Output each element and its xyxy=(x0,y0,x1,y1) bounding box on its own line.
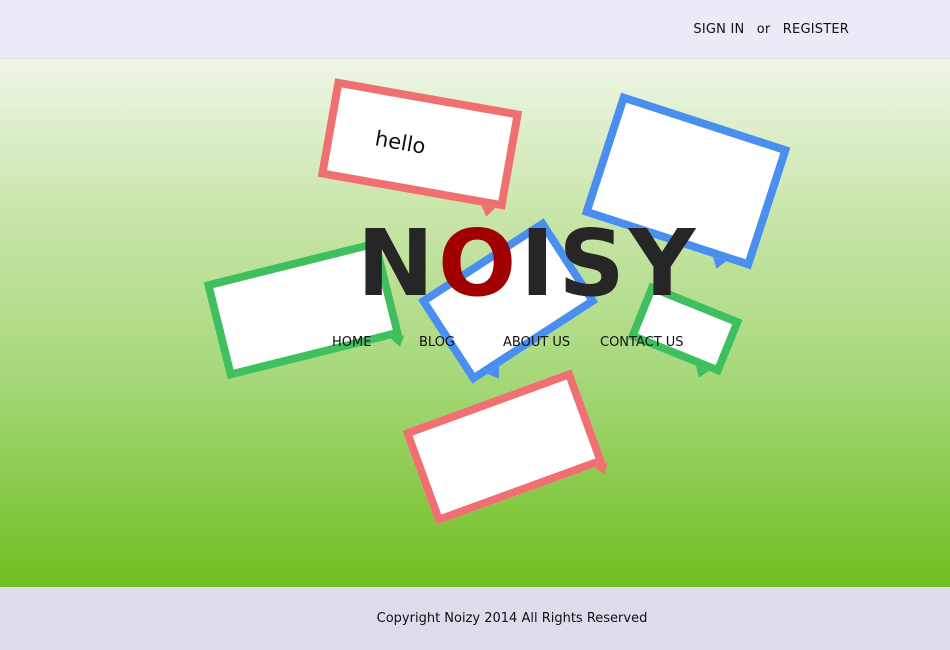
copyright-text: Copyright Noizy 2014 All Rights Reserved xyxy=(376,611,648,626)
footer: Copyright Noizy 2014 All Rights Reserved xyxy=(0,587,950,650)
nav-about-us[interactable]: ABOUT US xyxy=(503,335,570,350)
hero-banner: hello NOISY HOME BLOG ABOUT US CONTACT U… xyxy=(0,59,950,587)
logo-letters-start: N xyxy=(357,210,438,317)
bubble-hello-text: hello xyxy=(373,126,428,159)
sign-in-link[interactable]: SIGN IN xyxy=(693,22,744,37)
main-nav: HOME BLOG ABOUT US CONTACT US xyxy=(0,335,950,355)
logo-letters-end: ISY xyxy=(520,210,700,317)
nav-home[interactable]: HOME xyxy=(332,335,371,350)
noisy-logo[interactable]: NOISY xyxy=(357,218,699,310)
bubble-tail xyxy=(692,365,709,381)
top-bar: SIGN IN or REGISTER xyxy=(0,0,950,59)
auth-links: SIGN IN or REGISTER xyxy=(693,22,849,37)
register-link[interactable]: REGISTER xyxy=(783,22,849,37)
nav-contact-us[interactable]: CONTACT US xyxy=(600,335,684,350)
bubble-tail xyxy=(487,366,505,383)
bubble-tail xyxy=(594,462,611,477)
speech-bubble-red-top: hello xyxy=(317,78,523,218)
logo-accent-letter: O xyxy=(438,210,521,317)
speech-bubble-red-bottom xyxy=(402,369,611,525)
or-label: or xyxy=(756,22,771,37)
bubble-tail xyxy=(709,257,727,271)
nav-blog[interactable]: BLOG xyxy=(419,335,455,350)
